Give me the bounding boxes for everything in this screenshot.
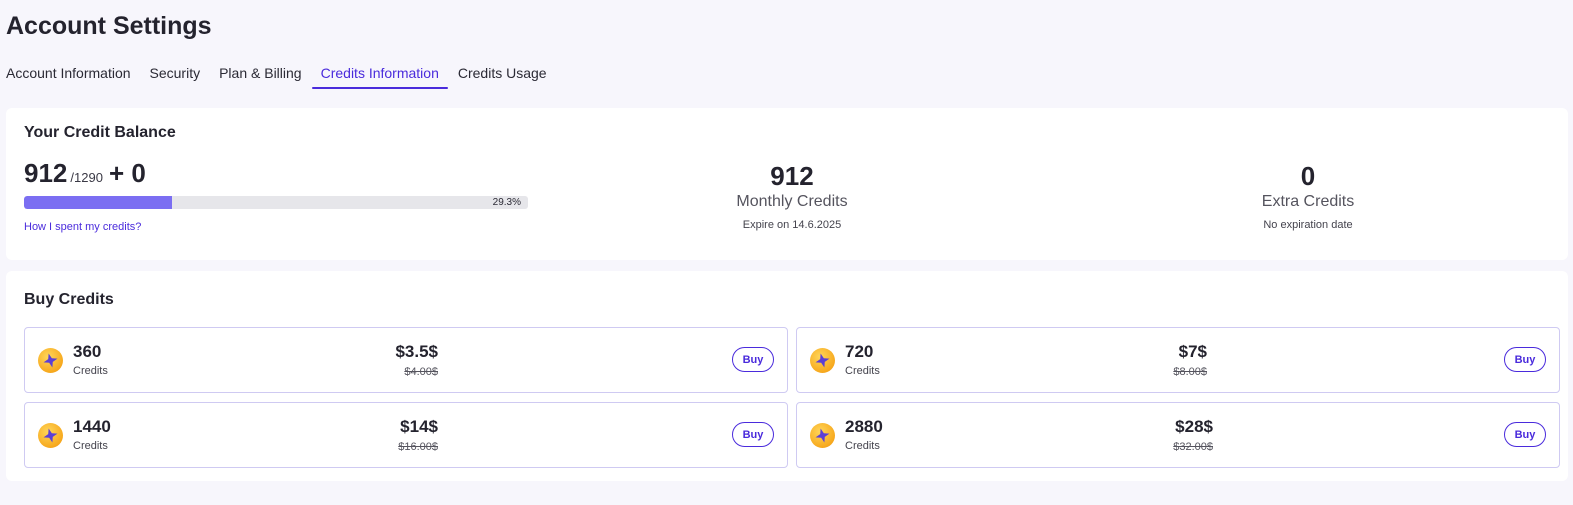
pack-unit: Credits (845, 440, 880, 452)
monthly-credits-expiry: Expire on 14.6.2025 (742, 219, 842, 231)
buy-button[interactable]: Buy (1504, 422, 1546, 447)
page-title: Account Settings (6, 12, 212, 40)
extra-credits-stat: 0 Extra Credits No expiration date (1198, 160, 1418, 231)
credit-pack-1440: 1440 Credits $14$ $16.00$ Buy (24, 402, 788, 468)
how-spent-credits-link[interactable]: How I spent my credits? (24, 221, 141, 233)
tab-credits-usage[interactable]: Credits Usage (458, 60, 547, 89)
balance-current: 912 (24, 158, 68, 188)
credit-progress-bar: 29.3% (24, 196, 528, 209)
pack-unit: Credits (73, 365, 108, 377)
buy-button[interactable]: Buy (732, 422, 774, 447)
monthly-credits-stat: 912 Monthly Credits Expire on 14.6.2025 (682, 160, 902, 231)
credit-pack-720: 720 Credits $7$ $8.00$ Buy (796, 327, 1560, 393)
balance-extra: + 0 (108, 158, 146, 188)
pack-old-price: $8.00$ (1173, 366, 1207, 378)
pack-price: $7$ (1178, 342, 1207, 361)
pack-amount: 2880 (845, 417, 883, 436)
credit-progress-fill (24, 196, 172, 209)
pack-price: $3.5$ (395, 342, 438, 361)
credit-balance-title: Your Credit Balance (24, 124, 176, 141)
extra-credits-value: 0 (1300, 161, 1316, 191)
pack-old-price: $4.00$ (404, 366, 438, 378)
pack-amount: 1440 (73, 417, 111, 436)
buy-button[interactable]: Buy (1504, 347, 1546, 372)
pack-amount: 360 (73, 342, 102, 361)
pack-old-price: $16.00$ (398, 441, 438, 453)
star-coin-icon (810, 348, 835, 373)
pack-amount: 720 (845, 342, 874, 361)
extra-credits-label: Extra Credits (1261, 193, 1355, 210)
credit-progress-percent: 29.3% (492, 197, 521, 208)
extra-credits-expiry: No expiration date (1263, 219, 1353, 231)
balance-summary: 912/1290 + 0 (24, 158, 146, 189)
tab-credits-information[interactable]: Credits Information (311, 60, 449, 89)
credit-pack-2880: 2880 Credits $28$ $32.00$ Buy (796, 402, 1560, 468)
star-coin-icon (810, 423, 835, 448)
tab-account-information[interactable]: Account Information (6, 60, 131, 89)
balance-total: /1290 (70, 170, 103, 185)
buy-button[interactable]: Buy (732, 347, 774, 372)
buy-credits-card: Buy Credits 360 Credits $3.5$ $4.00$ Buy… (6, 271, 1568, 481)
star-coin-icon (38, 348, 63, 373)
pack-unit: Credits (845, 365, 880, 377)
monthly-credits-value: 912 (770, 161, 814, 191)
buy-credits-title: Buy Credits (24, 291, 114, 308)
tab-plan-billing[interactable]: Plan & Billing (219, 60, 302, 89)
pack-old-price: $32.00$ (1173, 441, 1213, 453)
pack-price: $28$ (1175, 417, 1213, 436)
credit-balance-card: Your Credit Balance 912/1290 + 0 29.3% Ho… (6, 108, 1568, 260)
pack-price: $14$ (400, 417, 438, 436)
tab-security[interactable]: Security (150, 60, 201, 89)
credit-pack-360: 360 Credits $3.5$ $4.00$ Buy (24, 327, 788, 393)
star-coin-icon (38, 423, 63, 448)
monthly-credits-label: Monthly Credits (736, 193, 848, 210)
pack-unit: Credits (73, 440, 108, 452)
settings-tabs: Account Information Security Plan & Bill… (6, 60, 566, 90)
